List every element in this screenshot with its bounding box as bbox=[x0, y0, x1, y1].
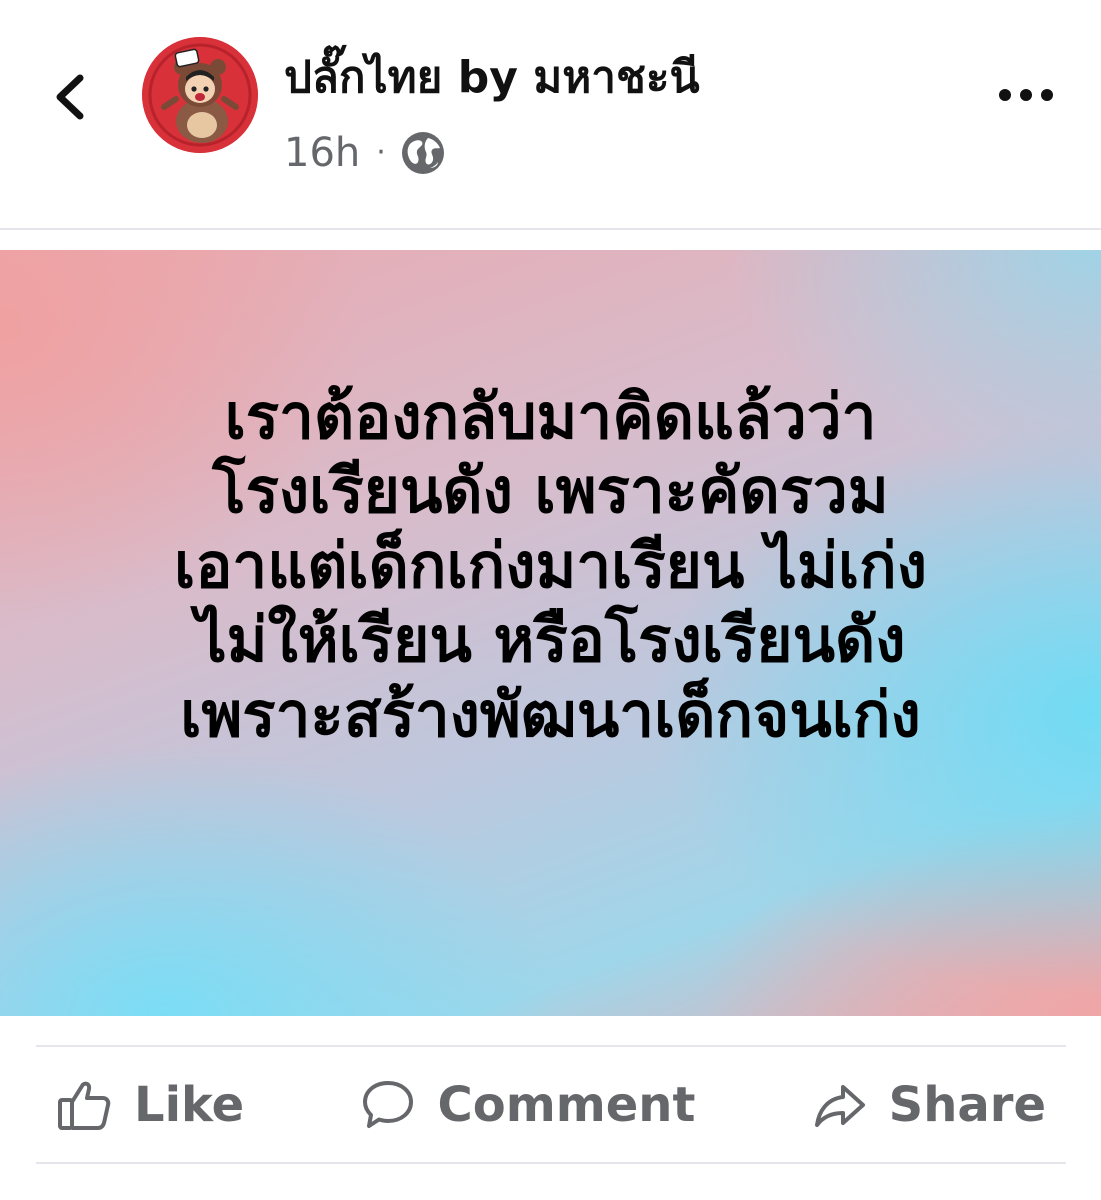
page-name[interactable]: ปลั๊กไทย by มหาชะนี bbox=[284, 52, 700, 105]
post-meta: 16h · bbox=[284, 130, 446, 176]
more-horizontal-icon bbox=[999, 89, 1053, 101]
post-text-line: เพราะสร้างพัฒนาเด็กจนเก่ง bbox=[180, 677, 921, 751]
share-label: Share bbox=[888, 1077, 1046, 1133]
more-options-button[interactable] bbox=[991, 70, 1061, 120]
actions-divider bbox=[36, 1162, 1066, 1164]
post-timestamp[interactable]: 16h bbox=[284, 133, 360, 173]
comment-icon bbox=[363, 1081, 414, 1128]
post-text-line: เอาแต่เด็กเก่งมาเรียน ไม่เก่ง bbox=[174, 528, 927, 602]
share-button[interactable]: Share bbox=[793, 1048, 1066, 1162]
avatar[interactable] bbox=[142, 37, 258, 153]
post-screen: ปลั๊กไทย by มหาชะนี 16h · เราต้องกลับมาค… bbox=[0, 0, 1101, 1200]
header-divider bbox=[0, 228, 1101, 230]
share-icon bbox=[814, 1085, 865, 1127]
page-logo-icon bbox=[142, 37, 258, 153]
meta-separator: · bbox=[376, 135, 386, 170]
post-text-line: ไม่ให้เรียน หรือโรงเรียนดัง bbox=[195, 603, 906, 677]
actions-divider bbox=[36, 1045, 1066, 1047]
comment-label: Comment bbox=[437, 1077, 696, 1133]
comment-button[interactable]: Comment bbox=[341, 1048, 715, 1162]
like-button[interactable]: Like bbox=[36, 1048, 264, 1162]
globe-icon bbox=[401, 132, 444, 174]
like-label: Like bbox=[134, 1077, 245, 1133]
action-bar: Like Comment Share bbox=[36, 1048, 1066, 1162]
chevron-left-icon bbox=[56, 74, 84, 120]
back-button[interactable] bbox=[40, 62, 100, 132]
thumbs-up-icon bbox=[58, 1081, 111, 1130]
post-text-line: โรงเรียนดัง เพราะคัดรวม bbox=[212, 454, 889, 528]
post-text: เราต้องกลับมาคิดแล้วว่า โรงเรียนดัง เพรา… bbox=[60, 380, 1041, 752]
post-header: ปลั๊กไทย by มหาชะนี 16h · bbox=[0, 0, 1101, 230]
post-text-line: เราต้องกลับมาคิดแล้วว่า bbox=[224, 380, 877, 453]
